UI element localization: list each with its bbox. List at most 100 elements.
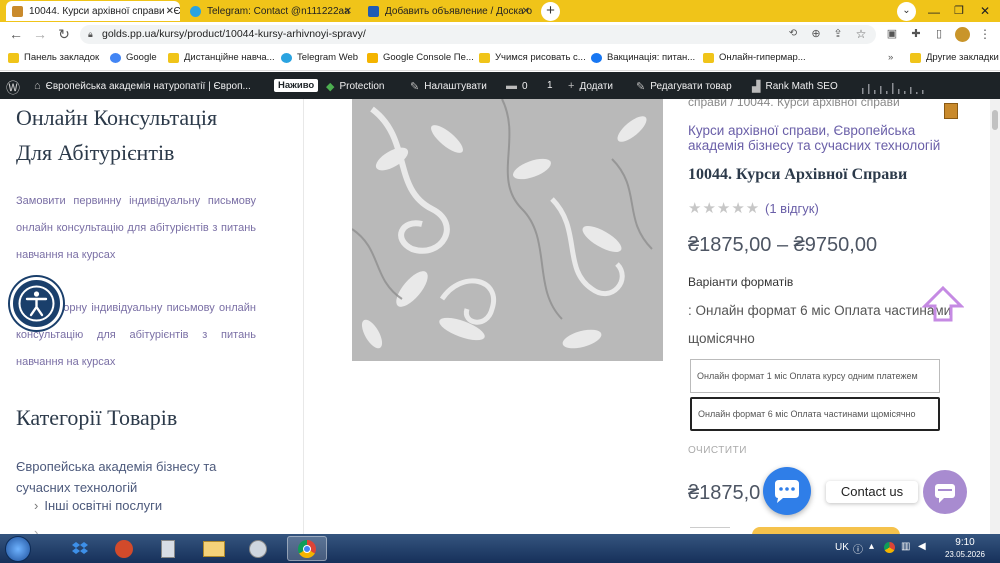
product-category-link[interactable]: Курси архівної справи, Європейська акаде… xyxy=(688,123,958,153)
home-icon: ⌂ xyxy=(34,80,41,92)
page-scrollbar[interactable] xyxy=(990,99,1000,534)
help-icon[interactable]: ⓘ xyxy=(853,541,863,556)
breadcrumb[interactable]: справи / 10044. Курси архівної справи xyxy=(688,99,900,109)
tab-title: 10044. Курси архівної справи - Є xyxy=(29,5,180,17)
google-icon xyxy=(110,52,121,63)
site-favicon-icon xyxy=(12,5,23,17)
add-new-link[interactable]: + Додати xyxy=(568,80,613,92)
volume-icon[interactable]: ◀ xyxy=(918,541,926,552)
product-thumb-icon[interactable] xyxy=(944,103,958,119)
message-icon xyxy=(935,484,955,503)
page-content: Онлайн Консультація Для Абітурієнтів Зам… xyxy=(0,99,990,534)
chrome-tray-icon[interactable] xyxy=(884,542,895,553)
avatar[interactable] xyxy=(955,27,970,42)
add-to-cart-button[interactable] xyxy=(752,527,900,534)
close-tab-icon[interactable]: ✕ xyxy=(166,6,174,17)
forward-icon[interactable]: → xyxy=(32,26,48,42)
folder-icon xyxy=(910,52,921,63)
brush-icon: ✎ xyxy=(410,81,420,93)
scrollbar-thumb[interactable] xyxy=(992,110,998,130)
clock-date[interactable]: 23.05.2026 xyxy=(935,550,995,559)
variant-option-1[interactable]: Онлайн формат 1 міс Оплата курсу одним п… xyxy=(690,359,940,393)
close-tab-icon[interactable]: ✕ xyxy=(344,6,352,17)
close-window-icon[interactable]: ✕ xyxy=(980,4,990,18)
clear-link[interactable]: ОЧИСТИТИ xyxy=(688,445,747,456)
quantity-input[interactable] xyxy=(690,527,730,534)
bookmark-item[interactable]: Google xyxy=(110,52,157,63)
calculator-icon[interactable] xyxy=(150,536,186,561)
windows-taskbar: UK ⓘ ▴ ▥ ◀ 9:10 23.05.2026 xyxy=(0,534,1000,563)
sidepanel-icon[interactable]: ▯ xyxy=(931,26,947,42)
start-button[interactable] xyxy=(5,536,31,562)
product-title: 10044. Курси Архівної Справи xyxy=(688,166,908,183)
extension-icon[interactable]: ▣ xyxy=(884,26,900,42)
protection-link[interactable]: ◆ Protection xyxy=(326,80,385,93)
comments-link[interactable]: ▬ 0 xyxy=(506,80,528,92)
translate-icon[interactable]: ⟲ xyxy=(785,26,801,42)
dropbox-icon[interactable] xyxy=(62,536,98,561)
new-tab-button[interactable]: + xyxy=(541,2,560,21)
variant-option-2[interactable]: Онлайн формат 6 міс Оплата частинами щом… xyxy=(690,397,940,431)
wordpress-icon[interactable]: Ⓦ xyxy=(6,78,20,98)
updates-link[interactable]: 1 xyxy=(547,80,553,91)
scroll-up-icon[interactable] xyxy=(921,285,965,327)
bookmark-item[interactable]: Панель закладок xyxy=(8,52,99,63)
chat-bubble-button[interactable] xyxy=(763,467,811,515)
clock-time[interactable]: 9:10 xyxy=(945,537,985,548)
folder-icon xyxy=(8,52,19,63)
bookmark-item[interactable]: Учимся рисовать с... xyxy=(479,52,586,63)
category-link-main[interactable]: Європейська академія бізнесу та сучасних… xyxy=(16,456,256,498)
reload-icon[interactable]: ↻ xyxy=(56,26,72,42)
customize-link[interactable]: ✎ Налаштувати xyxy=(410,80,487,93)
consult-text-1[interactable]: Замовити первинну індивідуальну письмову… xyxy=(16,188,256,269)
media-player-icon[interactable] xyxy=(240,536,276,561)
category-link-sub[interactable]: › Інші освітні послуги xyxy=(34,498,162,513)
address-bar[interactable]: 🔒︎ golds.pp.ua/kursy/product/10044-kursy… xyxy=(80,25,876,44)
share-icon[interactable]: ⇪ xyxy=(830,26,846,42)
bookmark-item[interactable]: Онлайн-гипермар... xyxy=(703,52,806,63)
more-bookmarks-icon[interactable]: » xyxy=(888,52,893,63)
tab-search-icon[interactable]: ⌄ xyxy=(897,2,916,21)
zoom-icon[interactable]: ⊕ xyxy=(808,26,824,42)
chat-icon xyxy=(775,480,799,503)
tab-doska[interactable]: Добавить объявление / Доска о ✕ xyxy=(362,1,536,21)
menu-dots-icon[interactable]: ⋮ xyxy=(977,26,993,42)
restore-icon[interactable]: ❐ xyxy=(954,4,964,17)
rank-math-link[interactable]: ▟ Rank Math SEO xyxy=(752,80,838,93)
back-icon[interactable]: ← xyxy=(8,26,24,42)
url-text: golds.pp.ua/kursy/product/10044-kursy-ar… xyxy=(102,28,366,40)
bookmark-item[interactable]: Telegram Web xyxy=(281,52,358,63)
contact-us-label[interactable]: Contact us xyxy=(826,481,918,503)
plus-icon: + xyxy=(568,80,575,92)
category-link-next[interactable]: › xyxy=(34,525,38,534)
tray-arrow-icon[interactable]: ▴ xyxy=(869,541,874,552)
bookmark-item[interactable]: Вакцинація: питан... xyxy=(591,52,695,63)
edit-product-link[interactable]: ✎ Редагувати товар xyxy=(636,80,732,93)
folder-icon xyxy=(168,52,179,63)
puzzle-icon[interactable]: ✚ xyxy=(908,26,924,42)
site-name-link[interactable]: ⌂ Європейська академія натуропатії | Євро… xyxy=(34,80,251,92)
contact-toggle-button[interactable] xyxy=(923,470,967,514)
tab-telegram[interactable]: Telegram: Contact @n111222aa ✕ xyxy=(184,1,358,21)
accessibility-button[interactable] xyxy=(10,277,63,330)
bookmark-item[interactable]: Google Console Пе... xyxy=(367,52,474,63)
ccleaner-icon[interactable] xyxy=(106,536,142,561)
categories-heading: Категорії Товарів xyxy=(16,405,178,430)
file-explorer-icon[interactable] xyxy=(196,536,232,561)
chrome-icon[interactable] xyxy=(287,536,327,561)
browser-toolbar: ← → ↻ 🔒︎ golds.pp.ua/kursy/product/10044… xyxy=(0,22,1000,47)
consult-heading-2: Для Абітурієнтів xyxy=(16,140,175,165)
bookmark-item[interactable]: Дистанційне навча... xyxy=(168,52,275,63)
network-icon[interactable]: ▥ xyxy=(901,541,910,552)
language-indicator[interactable]: UK xyxy=(835,542,849,553)
bookmark-star-icon[interactable]: ☆ xyxy=(853,26,869,42)
bookmarks-bar: Панель закладок Google Дистанційне навча… xyxy=(0,47,1000,71)
reviews-link[interactable]: (1 відгук) xyxy=(765,201,819,216)
close-tab-icon[interactable]: ✕ xyxy=(522,6,530,17)
other-bookmarks[interactable]: Другие закладки xyxy=(910,52,999,63)
live-badge: Наживо xyxy=(274,79,319,92)
folder-icon xyxy=(479,52,490,63)
tab-active[interactable]: 10044. Курси архівної справи - Є ✕ xyxy=(6,1,180,21)
minimize-icon[interactable]: — xyxy=(928,5,940,19)
product-image[interactable] xyxy=(352,99,663,361)
